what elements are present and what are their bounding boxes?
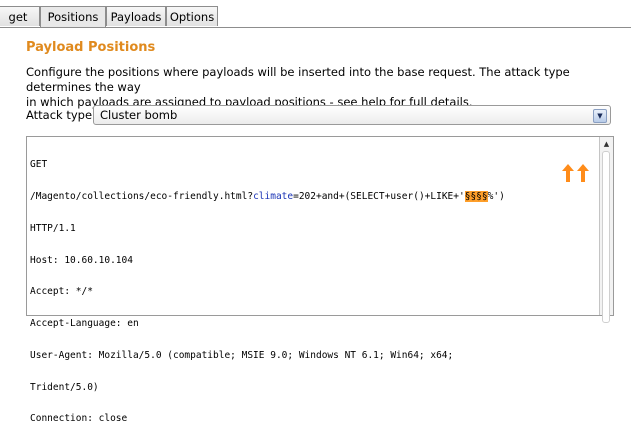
annotation-arrow-icon <box>577 164 589 182</box>
request-header-accept-language: Accept-Language: en <box>30 318 139 330</box>
scrollbar-thumb[interactable] <box>602 151 610 323</box>
url-path: /Magento/collections/eco-friendly.html? <box>30 190 254 202</box>
url-tail: %') <box>487 190 505 202</box>
scroll-up-icon[interactable]: ▲ <box>601 139 612 149</box>
request-header-user-agent-cont: Trident/5.0) <box>30 381 99 393</box>
attack-type-label: Attack type: <box>26 108 96 122</box>
request-editor[interactable]: GET /Magento/collections/eco-friendly.ht… <box>26 136 614 424</box>
section-title: Payload Positions <box>26 40 156 55</box>
request-line-protocol: HTTP/1.1 <box>30 222 76 234</box>
vertical-scrollbar[interactable]: ▲ <box>599 137 613 323</box>
request-text[interactable]: GET /Magento/collections/eco-friendly.ht… <box>30 139 505 446</box>
param-value: =202+and+(SELECT+user()+LIKE+' <box>293 190 465 202</box>
description-line-1: Configure the positions where payloads w… <box>26 65 570 94</box>
section-description: Configure the positions where payloads w… <box>26 65 626 110</box>
param-name: climate <box>253 190 294 202</box>
tab-options[interactable]: Options <box>166 6 218 26</box>
tab-target[interactable]: get <box>0 6 40 26</box>
tab-positions[interactable]: Positions <box>40 6 106 27</box>
request-header-user-agent: User-Agent: Mozilla/5.0 (compatible; MSI… <box>30 349 454 361</box>
attack-type-value: Cluster bomb <box>100 108 178 122</box>
tab-payloads[interactable]: Payloads <box>106 6 166 26</box>
attack-type-select[interactable]: Cluster bomb ▼ <box>93 105 611 125</box>
request-header-accept: Accept: */* <box>30 286 93 298</box>
request-header-connection: Connection: close <box>30 413 128 425</box>
request-header-host: Host: 10.60.10.104 <box>30 254 133 266</box>
dropdown-arrow-icon[interactable]: ▼ <box>593 109 607 123</box>
tab-bar: get Positions Payloads Options <box>0 0 631 28</box>
request-line-method: GET <box>30 159 48 171</box>
annotation-arrow-icon <box>562 164 574 182</box>
request-line-url: /Magento/collections/eco-friendly.html?c… <box>30 190 505 203</box>
